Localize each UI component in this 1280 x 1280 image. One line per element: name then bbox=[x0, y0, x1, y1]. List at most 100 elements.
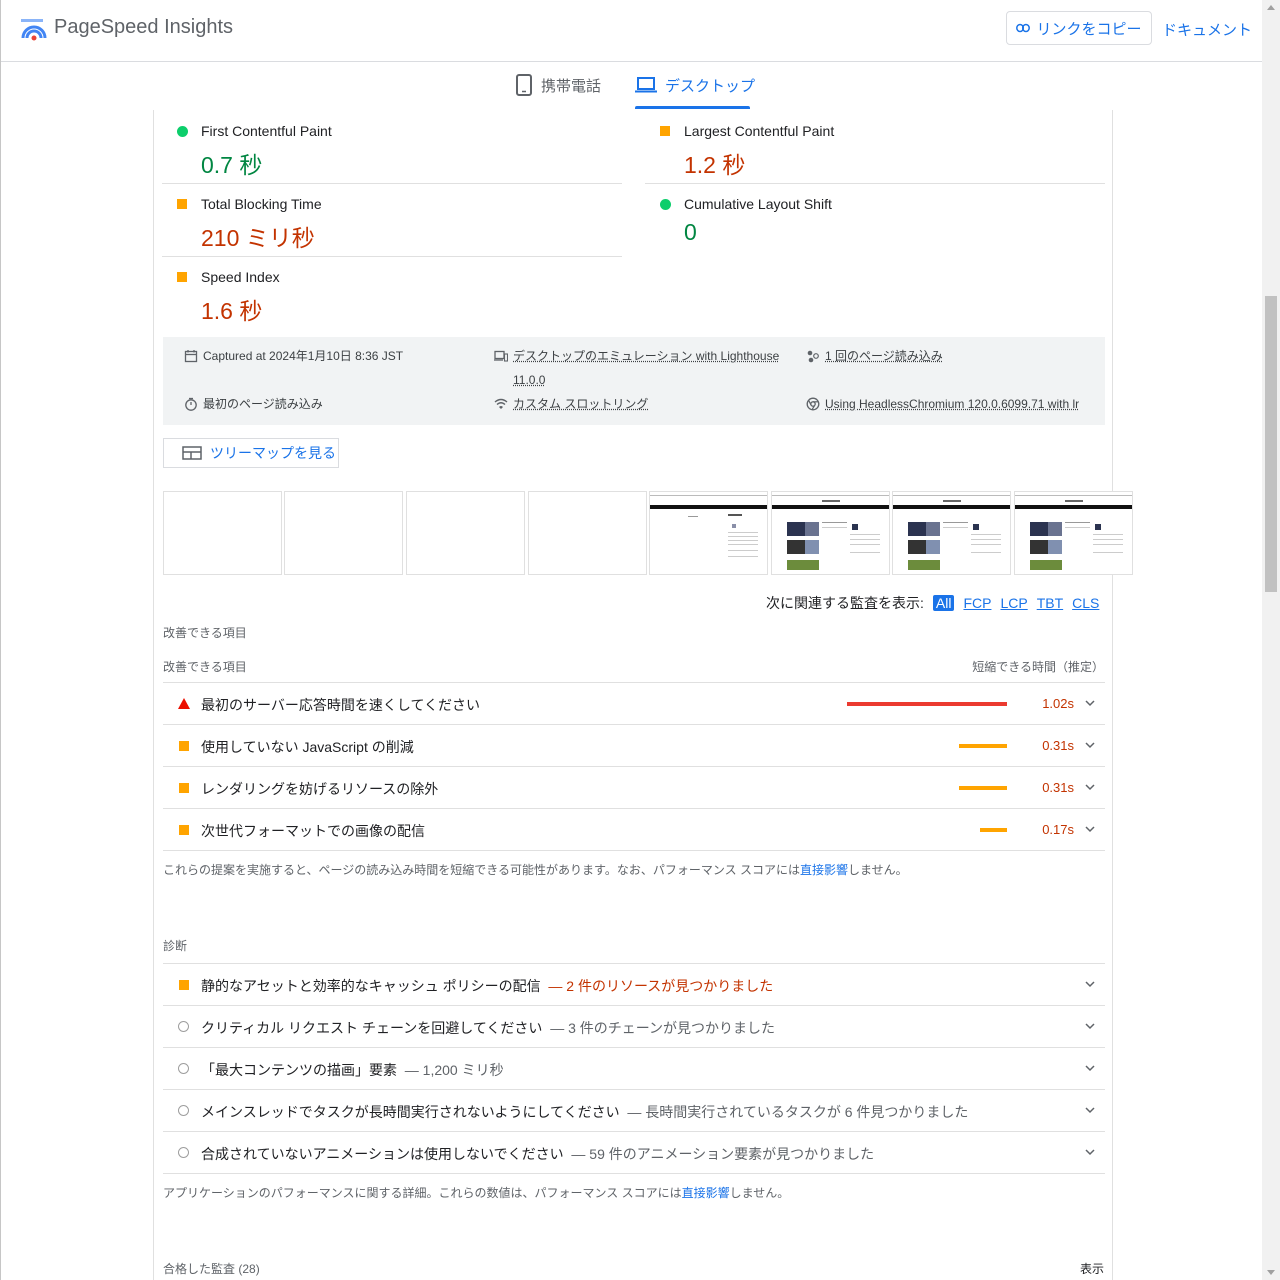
emulation-info[interactable]: デスクトップのエミュレーション with Lighthouse 11.0.0 bbox=[494, 344, 794, 392]
note-text: アプリケーションのパフォーマンスに関する詳細。これらの数値は、パフォーマンス ス… bbox=[163, 1186, 682, 1200]
passed-label: 合格した監査 bbox=[163, 1262, 236, 1276]
diagnostic-row[interactable]: 合成されていないアニメーションは使用しないでください — 59 件のアニメーショ… bbox=[163, 1131, 1105, 1173]
load-count-icon bbox=[807, 350, 819, 363]
link-icon bbox=[1016, 23, 1031, 33]
info-icon bbox=[178, 1105, 189, 1116]
calendar-icon bbox=[184, 350, 198, 363]
diagnostic-detail: — 2 件のリソースが見つかりました bbox=[548, 978, 774, 994]
diagnostic-label: 静的なアセットと効率的なキャッシュ ポリシーの配信 — 2 件のリソースが見つか… bbox=[201, 976, 773, 996]
filmstrip-frame bbox=[1014, 491, 1133, 575]
page-scrollbar[interactable] bbox=[1262, 0, 1280, 1280]
page-frame: PageSpeed Insights リンクをコピー ドキュメント 携帯電話 デ… bbox=[0, 0, 1262, 1280]
divider bbox=[163, 1173, 1105, 1174]
filter-chip-lcp[interactable]: LCP bbox=[1000, 595, 1027, 611]
app-header: PageSpeed Insights リンクをコピー ドキュメント bbox=[1, 0, 1262, 62]
passed-count: (28) bbox=[238, 1262, 260, 1276]
metric-si: Speed Index 1.6 秒 bbox=[162, 256, 622, 329]
direct-impact-link[interactable]: 直接影響 bbox=[800, 863, 848, 877]
diagnostic-row[interactable]: 「最大コンテンツの描画」要素 — 1,200 ミリ秒 bbox=[163, 1047, 1105, 1089]
diagnostic-row[interactable]: クリティカル リクエスト チェーンを回避してください — 3 件のチェーンが見つ… bbox=[163, 1005, 1105, 1047]
metric-value: 1.2 秒 bbox=[684, 152, 746, 178]
tab-desktop[interactable]: デスクトップ bbox=[635, 62, 755, 108]
passed-audits-title[interactable]: 合格した監査 (28) bbox=[163, 1260, 260, 1277]
emulation-line-1: デスクトップのエミュレーション with Lighthouse bbox=[513, 349, 780, 363]
browser-info[interactable]: Using HeadlessChromium 120.0.6099.71 wit… bbox=[806, 392, 1079, 416]
scroll-down-icon[interactable] bbox=[1267, 1270, 1275, 1275]
laptop-icon bbox=[635, 77, 657, 93]
savings-value: 0.17s bbox=[1042, 822, 1074, 837]
docs-link[interactable]: ドキュメント bbox=[1162, 19, 1252, 40]
diagnostic-label: 「最大コンテンツの描画」要素 — 1,200 ミリ秒 bbox=[201, 1060, 504, 1080]
diagnostics-title: 診断 bbox=[163, 939, 188, 953]
copy-link-label: リンクをコピー bbox=[1036, 20, 1142, 38]
diagnostic-title: 「最大コンテンツの描画」要素 bbox=[201, 1062, 397, 1078]
filter-chip-all[interactable]: All bbox=[932, 595, 955, 611]
average-icon bbox=[179, 980, 189, 990]
browser-text: Using HeadlessChromium 120.0.6099.71 wit… bbox=[825, 397, 1080, 411]
loads-info[interactable]: 1 回のページ読み込み bbox=[806, 344, 943, 368]
metric-lcp: Largest Contentful Paint 1.2 秒 bbox=[645, 110, 1105, 184]
filter-chip-fcp[interactable]: FCP bbox=[963, 595, 991, 611]
info-icon bbox=[178, 1063, 189, 1074]
diagnostic-detail: — 59 件のアニメーション要素が見つかりました bbox=[571, 1146, 875, 1162]
opportunity-row[interactable]: 最初のサーバー応答時間を速くしてください 1.02s bbox=[163, 682, 1105, 724]
filmstrip-frame bbox=[649, 491, 768, 575]
diagnostic-row[interactable]: 静的なアセットと効率的なキャッシュ ポリシーの配信 — 2 件のリソースが見つか… bbox=[163, 963, 1105, 1005]
opportunities-title: 改善できる項目 bbox=[163, 626, 247, 640]
filter-label: 次に関連する監査を表示: bbox=[766, 595, 924, 611]
metric-value: 0 bbox=[684, 219, 697, 245]
diagnostic-detail: — 長時間実行されているタスクが 6 件見つかりました bbox=[627, 1104, 969, 1120]
diagnostic-detail: — 3 件のチェーンが見つかりました bbox=[550, 1020, 776, 1036]
average-icon bbox=[177, 272, 187, 282]
opportunities-col-left: 改善できる項目 bbox=[163, 660, 247, 674]
captured-info: Captured at 2024年1月10日 8:36 JST bbox=[184, 344, 403, 368]
chevron-down-icon bbox=[1085, 700, 1095, 707]
scroll-up-icon[interactable] bbox=[1267, 5, 1275, 10]
tab-mobile-label: 携帯電話 bbox=[541, 77, 602, 95]
chrome-icon bbox=[806, 397, 820, 411]
savings-value: 0.31s bbox=[1042, 738, 1074, 753]
chevron-down-icon bbox=[1085, 1149, 1095, 1156]
savings-value: 0.31s bbox=[1042, 780, 1074, 795]
savings-bar bbox=[847, 702, 1007, 706]
opportunity-row[interactable]: 次世代フォーマットでの画像の配信 0.17s bbox=[163, 808, 1105, 850]
tab-mobile[interactable]: 携帯電話 bbox=[515, 62, 601, 108]
loads-text: 1 回のページ読み込み bbox=[825, 349, 943, 363]
copy-link-button[interactable]: リンクをコピー bbox=[1006, 11, 1152, 45]
filter-chip-cls[interactable]: CLS bbox=[1072, 595, 1099, 611]
diagnostic-label: メインスレッドでタスクが長時間実行されないようにしてください — 長時間実行され… bbox=[201, 1102, 968, 1122]
opportunity-label: 最初のサーバー応答時間を速くしてください bbox=[201, 697, 481, 713]
direct-impact-link[interactable]: 直接影響 bbox=[682, 1186, 730, 1200]
runtime-info: Captured at 2024年1月10日 8:36 JST デスクトップのエ… bbox=[163, 337, 1105, 425]
metric-label: Largest Contentful Paint bbox=[684, 123, 835, 139]
opportunity-row[interactable]: レンダリングを妨げるリソースの除外 0.31s bbox=[163, 766, 1105, 808]
average-icon bbox=[660, 126, 670, 136]
captured-text: Captured at 2024年1月10日 8:36 JST bbox=[203, 349, 404, 363]
filmstrip-frame bbox=[163, 491, 282, 575]
passed-show-toggle[interactable]: 表示 bbox=[1080, 1260, 1104, 1277]
treemap-label: ツリーマップを見る bbox=[210, 445, 336, 461]
scroll-thumb[interactable] bbox=[1265, 296, 1277, 592]
diagnostic-title: クリティカル リクエスト チェーンを回避してください bbox=[201, 1020, 543, 1036]
pass-icon bbox=[660, 199, 671, 210]
note-suffix: しません。 bbox=[847, 863, 908, 877]
metric-tbt: Total Blocking Time 210 ミリ秒 bbox=[162, 183, 622, 257]
filter-chip-tbt[interactable]: TBT bbox=[1037, 595, 1063, 611]
opportunity-label: 次世代フォーマットでの画像の配信 bbox=[201, 823, 425, 839]
diagnostic-label: 合成されていないアニメーションは使用しないでください — 59 件のアニメーショ… bbox=[201, 1144, 874, 1164]
metric-label: Total Blocking Time bbox=[201, 196, 322, 212]
wifi-icon bbox=[494, 398, 508, 409]
chevron-down-icon bbox=[1085, 1023, 1095, 1030]
opportunity-row[interactable]: 使用していない JavaScript の削減 0.31s bbox=[163, 724, 1105, 766]
diagnostic-title: メインスレッドでタスクが長時間実行されないようにしてください bbox=[201, 1104, 620, 1120]
chevron-down-icon bbox=[1085, 1065, 1095, 1072]
throttling-info[interactable]: カスタム スロットリング bbox=[494, 392, 648, 416]
treemap-button[interactable]: ツリーマップを見る bbox=[163, 438, 339, 468]
diagnostic-title: 合成されていないアニメーションは使用しないでください bbox=[201, 1146, 564, 1162]
info-icon bbox=[178, 1147, 189, 1158]
diagnostic-row[interactable]: メインスレッドでタスクが長時間実行されないようにしてください — 長時間実行され… bbox=[163, 1089, 1105, 1131]
chevron-down-icon bbox=[1085, 742, 1095, 749]
emulation-text: デスクトップのエミュレーション with Lighthouse 11.0.0 bbox=[513, 344, 779, 392]
divider bbox=[163, 850, 1105, 851]
chevron-down-icon bbox=[1085, 1107, 1095, 1114]
